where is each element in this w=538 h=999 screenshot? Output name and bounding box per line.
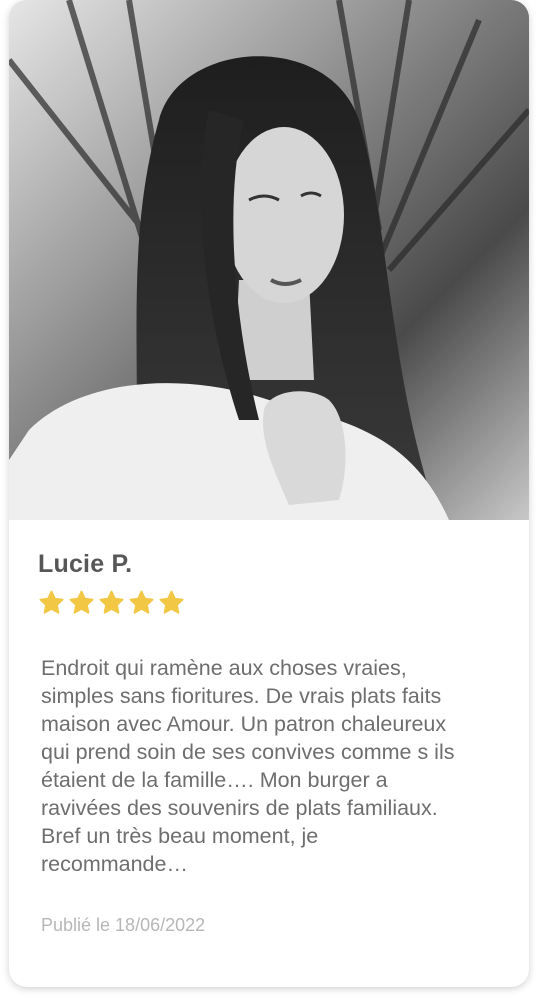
star-icon <box>129 590 154 614</box>
reviewer-photo <box>9 0 529 520</box>
star-icon <box>39 590 64 614</box>
review-card: Lucie P. Endroit qui ramène aux choses v… <box>9 0 529 987</box>
star-rating <box>37 589 186 617</box>
reviewer-name: Lucie P. <box>38 550 133 578</box>
star-icon <box>159 590 184 614</box>
star-icon <box>69 590 94 614</box>
review-text: Endroit qui ramène aux choses vraies, si… <box>41 656 455 876</box>
review-content: Lucie P. Endroit qui ramène aux choses v… <box>9 520 529 987</box>
star-icon <box>99 590 124 614</box>
published-date: Publié le 18/06/2022 <box>41 915 206 935</box>
